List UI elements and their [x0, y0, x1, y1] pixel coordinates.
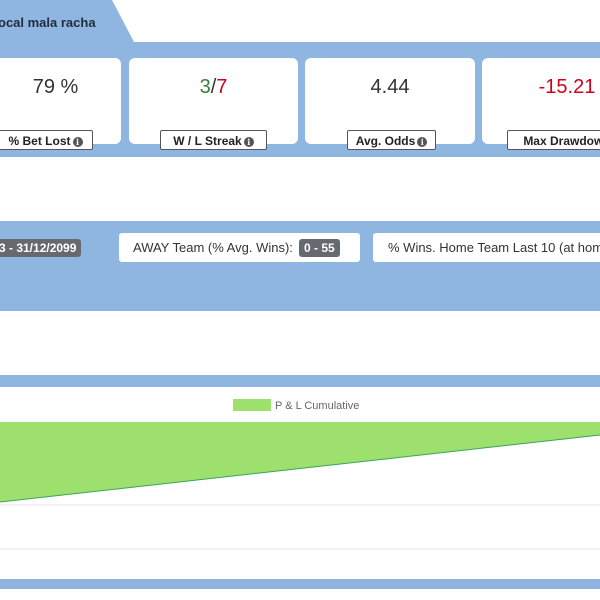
bet-lost-label: % Bet Lost [8, 134, 71, 148]
chart-legend[interactable]: P & L Cumulative [233, 399, 359, 413]
stat-card-wl-streak: 3/7 W / L Streak i [129, 58, 298, 150]
date-range-filter[interactable]: 3 - 31/12/2099 [0, 233, 105, 262]
avg-odds-label-box[interactable]: Avg. Odds i [347, 130, 436, 150]
away-team-label: AWAY Team (% Avg. Wins): [133, 240, 293, 255]
chart-svg [0, 422, 600, 550]
dashboard-page: ocal mala racha 79 % % Bet Lost i 3/7 W /… [0, 0, 600, 600]
pl-cumulative-area [0, 422, 600, 502]
wl-streak-label-box[interactable]: W / L Streak i [160, 130, 267, 150]
max-drawdown-value: -15.21 [538, 76, 596, 98]
away-team-filter[interactable]: AWAY Team (% Avg. Wins): 0 - 55 [119, 233, 360, 262]
streak-losses: 7 [216, 76, 228, 98]
info-icon[interactable]: i [72, 137, 83, 147]
wl-streak-value: 3/7 [129, 76, 298, 99]
stat-card-avg-odds: 4.44 Avg. Odds i [305, 58, 475, 150]
home-team-filter[interactable]: % Wins. Home Team Last 10 (at home) [373, 233, 600, 262]
stat-card-max-drawdown: -15.21 Max Drawdown [482, 58, 600, 150]
info-icon[interactable]: i [243, 137, 254, 147]
chart-panel-bottom-border [0, 579, 600, 589]
bet-lost-label-box[interactable]: % Bet Lost i [0, 130, 93, 150]
home-team-label: % Wins. Home Team Last 10 (at home) [388, 240, 600, 255]
info-icon[interactable]: i [417, 137, 428, 147]
max-drawdown-label: Max Drawdown [523, 134, 600, 148]
away-team-value-pill: 0 - 55 [299, 239, 340, 257]
filter-band: 3 - 31/12/2099 AWAY Team (% Avg. Wins): … [0, 221, 600, 311]
streak-wins: 3 [199, 76, 211, 98]
section-title: ocal mala racha [0, 15, 96, 30]
avg-odds-value: 4.44 [370, 76, 410, 98]
stats-band: 79 % % Bet Lost i 3/7 W / L Streak i 4.44 … [0, 42, 600, 157]
max-drawdown-label-box[interactable]: Max Drawdown [507, 130, 600, 150]
legend-swatch [233, 399, 271, 411]
stat-card-bet-lost: 79 % % Bet Lost i [0, 58, 121, 150]
avg-odds-label: Avg. Odds [355, 134, 416, 148]
section-tab[interactable]: ocal mala racha [0, 0, 600, 42]
pl-cumulative-chart: P & L Cumulative [0, 387, 600, 579]
bet-lost-value: 79 % [32, 76, 79, 98]
wl-streak-label: W / L Streak [173, 134, 242, 148]
legend-label: P & L Cumulative [275, 400, 360, 412]
date-range-pill: 3 - 31/12/2099 [0, 239, 82, 257]
chart-panel-top-border [0, 375, 600, 387]
